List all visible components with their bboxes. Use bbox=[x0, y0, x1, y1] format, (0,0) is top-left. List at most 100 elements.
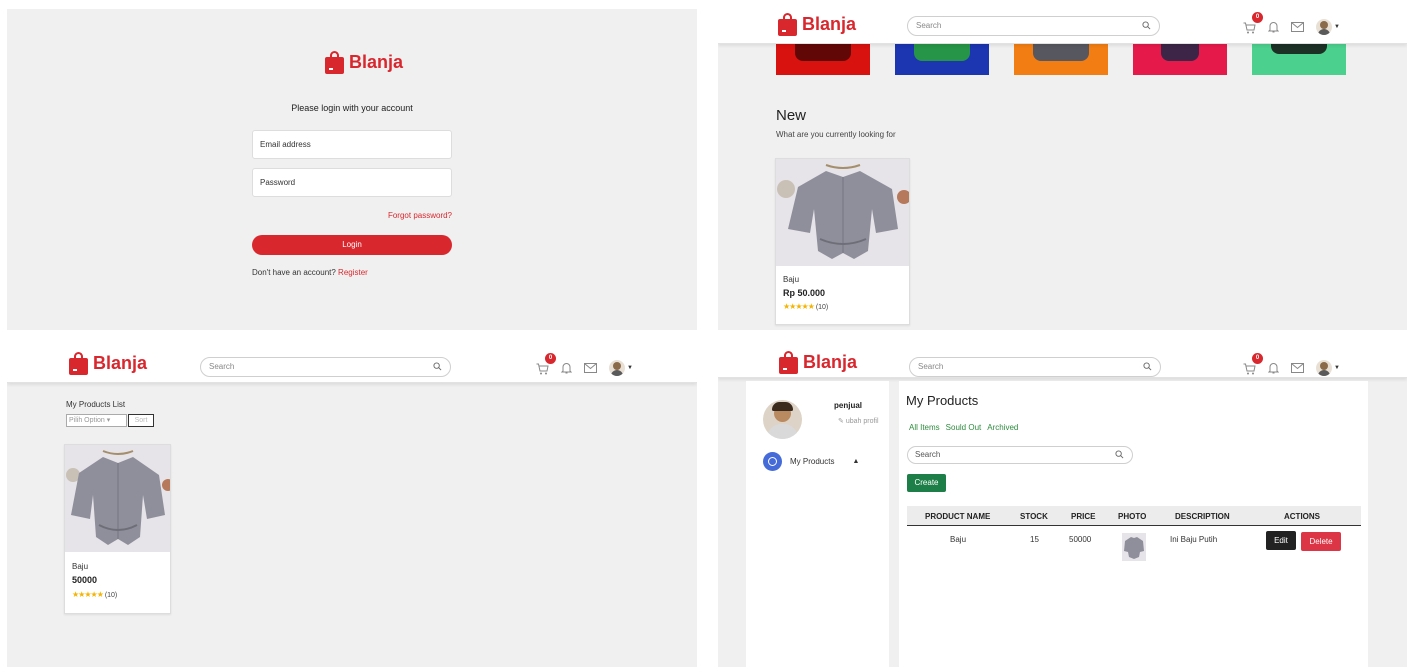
header-icons: 0 ▼ bbox=[536, 353, 633, 376]
mail-icon[interactable] bbox=[1291, 363, 1304, 373]
page-title: My Products bbox=[906, 393, 979, 408]
brand-logo[interactable]: Blanja bbox=[779, 351, 857, 374]
shopping-bag-icon bbox=[69, 352, 88, 375]
product-tabs: All Items Sould Out Archived bbox=[909, 423, 1018, 432]
product-name-cell: Baju bbox=[950, 535, 967, 544]
category-tile[interactable] bbox=[1133, 40, 1227, 75]
chevron-down-icon[interactable]: ▼ bbox=[627, 365, 633, 371]
section-subtitle: What are you currently looking for bbox=[776, 130, 896, 139]
my-products-list-panel: Blanja Search 0 ▼ My Products List Pilih… bbox=[7, 343, 697, 667]
search-input[interactable]: Search bbox=[200, 357, 451, 377]
sort-button[interactable]: Sort bbox=[128, 414, 154, 427]
tab-all-items[interactable]: All Items bbox=[909, 423, 940, 432]
product-thumbnail bbox=[1122, 533, 1146, 561]
profile-avatar[interactable] bbox=[1316, 19, 1332, 35]
product-image bbox=[776, 159, 909, 266]
register-link[interactable]: Register bbox=[338, 268, 368, 277]
bell-icon[interactable] bbox=[1268, 362, 1279, 374]
delete-button[interactable]: Delete bbox=[1301, 532, 1341, 551]
product-search-input[interactable]: Search bbox=[907, 446, 1133, 464]
cart-icon[interactable]: 0 bbox=[536, 353, 556, 375]
edit-button[interactable]: Edit bbox=[1266, 531, 1296, 550]
chevron-up-icon[interactable]: ▲ bbox=[852, 458, 859, 465]
bell-icon[interactable] bbox=[561, 362, 572, 374]
brand-logo[interactable]: Blanja bbox=[325, 51, 403, 74]
description-cell: Ini Baju Putih bbox=[1170, 535, 1218, 544]
search-icon[interactable] bbox=[433, 362, 442, 371]
category-tile[interactable] bbox=[1252, 40, 1346, 75]
brand-name: Blanja bbox=[349, 52, 404, 72]
column-header: PRODUCT NAME bbox=[925, 512, 991, 521]
search-icon[interactable] bbox=[1115, 450, 1124, 459]
product-rating: ★★★★★ (10) bbox=[72, 590, 117, 599]
brand-logo[interactable]: Blanja bbox=[69, 352, 147, 375]
product-card[interactable]: Baju Rp 50.000 ★★★★★ (10) bbox=[775, 158, 910, 325]
mail-icon[interactable] bbox=[1291, 22, 1304, 32]
rating-count: (10) bbox=[815, 304, 829, 311]
login-title: Please login with your account bbox=[291, 103, 413, 113]
category-tile[interactable] bbox=[776, 40, 870, 75]
section-title: New bbox=[776, 107, 807, 124]
login-button[interactable]: Login bbox=[252, 235, 452, 255]
avatar[interactable] bbox=[763, 400, 802, 439]
top-navbar: Blanja Search 0 ▼ bbox=[718, 9, 1407, 44]
column-header: PHOTO bbox=[1118, 512, 1147, 521]
page-title: My Products List bbox=[66, 400, 126, 409]
mail-icon[interactable] bbox=[584, 363, 597, 373]
main-content: My Products All Items Sould Out Archived… bbox=[899, 381, 1368, 667]
column-header: PRICE bbox=[1071, 512, 1096, 521]
register-prompt: Don't have an account? bbox=[252, 268, 336, 277]
chevron-down-icon[interactable]: ▼ bbox=[1334, 24, 1340, 30]
edit-profile-label: ubah profil bbox=[845, 418, 879, 425]
forgot-password-link[interactable]: Forgot password? bbox=[252, 211, 452, 220]
search-input[interactable]: Search bbox=[909, 357, 1161, 377]
profile-avatar[interactable] bbox=[1316, 360, 1332, 376]
home-panel: Blanja Search 0 ▼ New What are you curre… bbox=[718, 9, 1407, 330]
star-rating-icon: ★★★★★ bbox=[72, 590, 104, 599]
brand-logo[interactable]: Blanja bbox=[778, 13, 856, 36]
product-name: Baju bbox=[783, 275, 800, 284]
star-rating-icon: ★★★★★ bbox=[783, 302, 815, 311]
profile-avatar[interactable] bbox=[609, 360, 625, 376]
search-input[interactable]: Search bbox=[907, 16, 1160, 36]
search-icon[interactable] bbox=[1143, 362, 1152, 371]
chevron-down-icon[interactable]: ▼ bbox=[1334, 365, 1340, 371]
option-select[interactable]: Pilih Option ▾ bbox=[66, 414, 127, 427]
shopping-bag-icon bbox=[779, 351, 798, 374]
brand-name: Blanja bbox=[93, 353, 148, 373]
search-placeholder: Search bbox=[918, 362, 944, 371]
seller-sidebar: penjual ✎ ubah profil My Products ▲ bbox=[746, 381, 889, 667]
product-name: Baju bbox=[72, 562, 89, 571]
column-header: DESCRIPTION bbox=[1175, 512, 1230, 521]
password-field[interactable]: Password bbox=[252, 168, 452, 197]
stock-cell: 15 bbox=[1030, 535, 1039, 544]
brand-name: Blanja bbox=[802, 14, 857, 34]
email-field[interactable]: Email address bbox=[252, 130, 452, 159]
edit-profile-link[interactable]: ✎ ubah profil bbox=[838, 417, 879, 425]
username: penjual bbox=[834, 401, 863, 410]
register-line: Don't have an account? Register bbox=[252, 268, 368, 277]
search-placeholder: Search bbox=[209, 362, 235, 371]
category-tile[interactable] bbox=[895, 40, 989, 75]
shopping-bag-icon bbox=[325, 51, 344, 74]
category-tile[interactable] bbox=[1014, 40, 1108, 75]
header-icons: 0 ▼ bbox=[1243, 12, 1340, 35]
product-price: Rp 50.000 bbox=[783, 288, 826, 298]
create-button[interactable]: Create bbox=[907, 474, 946, 492]
top-navbar: Blanja Search 0 ▼ bbox=[718, 343, 1407, 378]
top-navbar: Blanja Search 0 ▼ bbox=[7, 343, 697, 383]
bell-icon[interactable] bbox=[1268, 21, 1279, 33]
tab-archived[interactable]: Archived bbox=[987, 423, 1018, 432]
cart-icon[interactable]: 0 bbox=[1243, 353, 1263, 375]
search-placeholder: Search bbox=[916, 21, 942, 30]
tab-sold-out[interactable]: Sould Out bbox=[946, 423, 982, 432]
cart-badge: 0 bbox=[545, 353, 556, 364]
column-header: STOCK bbox=[1020, 512, 1048, 521]
product-card[interactable]: Baju 50000 ★★★★★ (10) bbox=[64, 444, 171, 614]
search-icon[interactable] bbox=[1142, 21, 1151, 30]
cart-icon[interactable]: 0 bbox=[1243, 12, 1263, 34]
sidebar-item-my-products[interactable]: My Products ▲ bbox=[763, 452, 859, 471]
cart-badge: 0 bbox=[1252, 353, 1263, 364]
table-header: PRODUCT NAME STOCK PRICE PHOTO DESCRIPTI… bbox=[907, 506, 1361, 526]
price-cell: 50000 bbox=[1069, 535, 1092, 544]
